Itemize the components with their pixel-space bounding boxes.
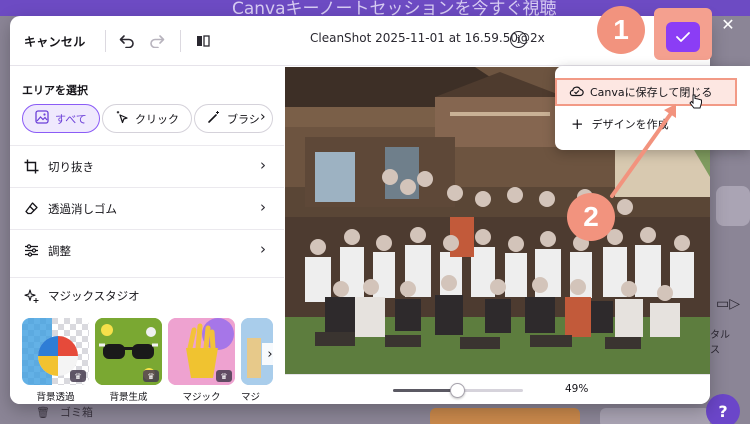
annotation-badge-2: 2: [567, 193, 615, 241]
annotation-badge-1: 1: [597, 6, 645, 54]
annotation-arrow: [610, 104, 676, 198]
